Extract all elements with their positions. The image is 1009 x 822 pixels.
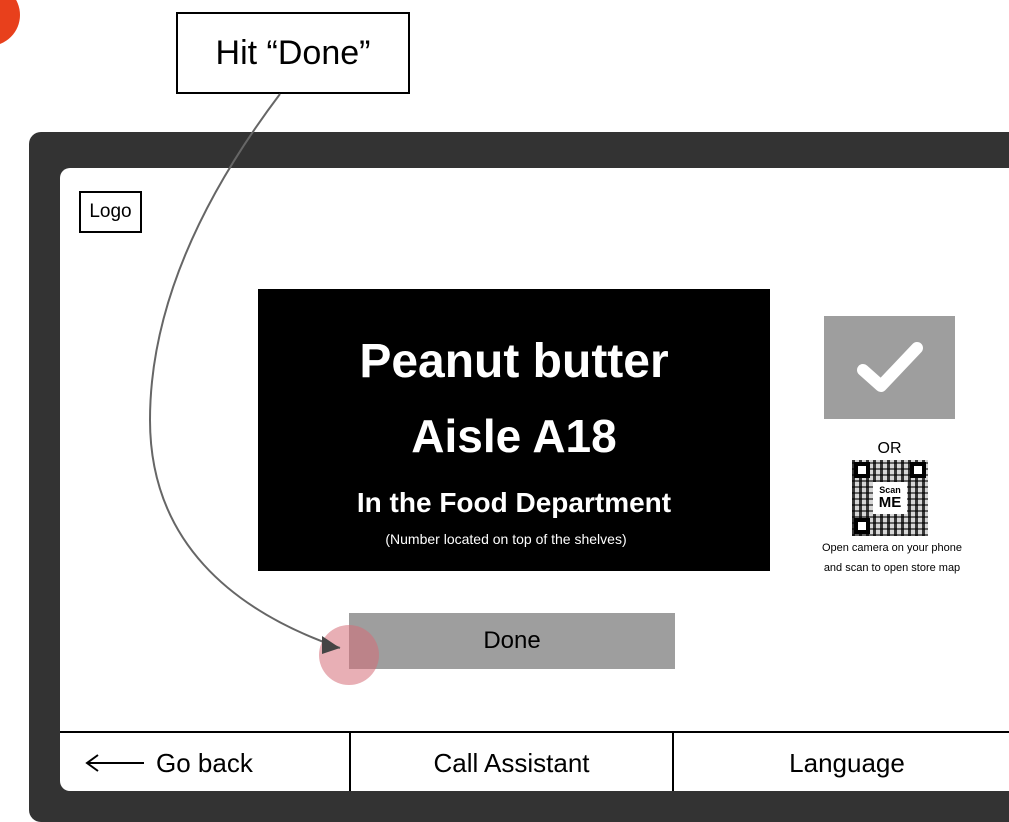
- product-name: Peanut butter: [359, 335, 669, 388]
- qr-finder-top-right: [910, 462, 926, 478]
- bottom-navigation-bar: Go back Call Assistant Language: [60, 731, 1009, 791]
- call-assistant-button[interactable]: Call Assistant: [349, 733, 674, 791]
- department-name: In the Food Department: [356, 487, 672, 518]
- logo: Logo: [79, 191, 142, 233]
- go-back-label: Go back: [156, 747, 253, 778]
- qr-finder-top-left: [854, 462, 870, 478]
- call-assistant-label: Call Assistant: [433, 747, 590, 778]
- product-location-panel: Peanut butter Aisle A18 In the Food Depa…: [258, 289, 770, 571]
- left-arrow-icon: [84, 753, 146, 773]
- qr-instructions-line2: and scan to open store map: [823, 562, 961, 574]
- aisle-note: (Number located on top of the shelves): [385, 531, 627, 547]
- language-label: Language: [789, 747, 905, 778]
- callout-text: Hit “Done”: [215, 33, 371, 72]
- done-button[interactable]: Done: [349, 613, 675, 669]
- kiosk-screen: Logo Peanut butter Aisle A18 In the Food…: [60, 168, 1009, 791]
- qr-label-bottom: ME: [878, 494, 902, 511]
- qr-code[interactable]: Scan ME: [852, 460, 928, 536]
- language-button[interactable]: Language: [674, 733, 1009, 791]
- qr-instructions: Open camera on your phone and scan to op…: [802, 538, 982, 578]
- confirm-button[interactable]: [824, 316, 955, 419]
- qr-instructions-line1: Open camera on your phone: [821, 542, 963, 554]
- checkmark-icon: [856, 341, 923, 392]
- instruction-callout: Hit “Done”: [176, 12, 410, 94]
- or-separator: OR: [877, 440, 902, 457]
- go-back-button[interactable]: Go back: [60, 733, 349, 791]
- logo-text: Logo: [89, 201, 132, 222]
- aisle-number: Aisle A18: [411, 410, 617, 462]
- qr-finder-bottom-left: [854, 518, 870, 534]
- step-number-badge: [0, 0, 20, 46]
- done-button-label: Done: [483, 627, 541, 654]
- tap-indicator: [319, 625, 379, 685]
- qr-scan-label: Scan ME: [873, 482, 907, 514]
